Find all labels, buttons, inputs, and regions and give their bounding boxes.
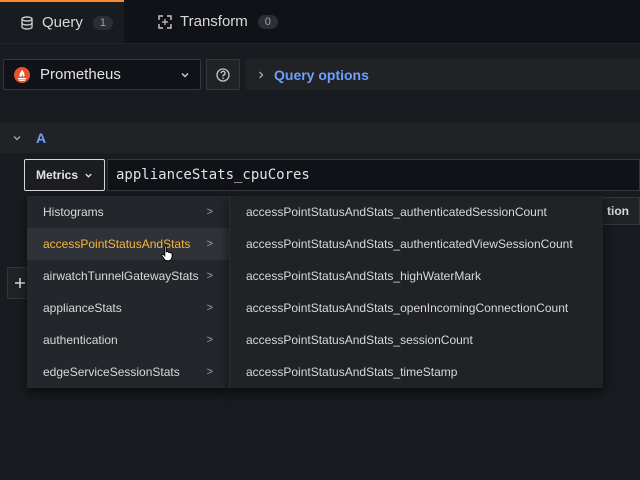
options-button-label: tion xyxy=(607,204,629,218)
cascader-item-label: applianceStats xyxy=(43,301,122,315)
chevron-right-icon: > xyxy=(206,366,213,378)
cascader-item-label: airwatchTunnelGatewayStats xyxy=(43,269,199,283)
cascader-item-label: authentication xyxy=(43,333,118,347)
metrics-cascader-level1: Histograms > accessPointStatusAndStats >… xyxy=(27,196,229,388)
cascader-item-edgeservicesessionstats[interactable]: edgeServiceSessionStats > xyxy=(27,356,229,388)
tab-bar: Query 1 Transform 0 xyxy=(0,0,640,44)
metric-item-label: accessPointStatusAndStats_openIncomingCo… xyxy=(246,301,569,315)
metric-item-label: accessPointStatusAndStats_highWaterMark xyxy=(246,269,482,283)
cascader-item-label: Histograms xyxy=(43,205,104,219)
tab-transform-count: 0 xyxy=(257,14,278,29)
metrics-browser-button[interactable]: Metrics xyxy=(24,159,105,191)
metric-item-label: accessPointStatusAndStats_timeStamp xyxy=(246,365,458,379)
cascader-item-authentication[interactable]: authentication > xyxy=(27,324,229,356)
cascader-item-accesspointstatusandstats[interactable]: accessPointStatusAndStats > xyxy=(27,228,229,260)
metric-item[interactable]: accessPointStatusAndStats_authenticatedS… xyxy=(230,196,603,228)
plus-icon xyxy=(14,277,26,289)
query-row-header[interactable]: A xyxy=(0,123,640,153)
datasource-picker[interactable]: Prometheus xyxy=(3,59,201,90)
query-expression-text: applianceStats_cpuCores xyxy=(116,167,310,183)
metrics-button-label: Metrics xyxy=(35,168,79,182)
cascader-item-label: accessPointStatusAndStats xyxy=(43,237,191,251)
query-options-toggle[interactable]: Query options xyxy=(246,59,640,90)
database-icon xyxy=(20,15,34,30)
help-button[interactable] xyxy=(206,59,240,90)
chevron-right-icon: > xyxy=(206,302,213,314)
hand-cursor-icon xyxy=(160,244,176,265)
tab-query[interactable]: Query 1 xyxy=(0,0,124,43)
cascader-item-label: edgeServiceSessionStats xyxy=(43,365,180,379)
chevron-down-icon xyxy=(180,70,190,80)
datasource-name: Prometheus xyxy=(40,66,121,83)
chevron-down-icon xyxy=(84,171,93,180)
query-ref-id: A xyxy=(36,130,47,146)
tab-query-count: 1 xyxy=(92,15,113,30)
cascader-item-histograms[interactable]: Histograms > xyxy=(27,196,229,228)
chevron-right-icon: > xyxy=(206,238,213,250)
chevron-down-icon xyxy=(12,133,22,143)
chevron-right-icon xyxy=(256,70,266,80)
tab-query-label: Query xyxy=(42,14,83,31)
cascader-item-airwatchtunnelgatewaystats[interactable]: airwatchTunnelGatewayStats > xyxy=(27,260,229,292)
query-expression-input[interactable]: applianceStats_cpuCores xyxy=(107,159,640,191)
question-circle-icon xyxy=(216,67,230,82)
metrics-cascader-level2: accessPointStatusAndStats_authenticatedS… xyxy=(229,196,603,388)
metric-item[interactable]: accessPointStatusAndStats_sessionCount xyxy=(230,324,603,356)
chevron-right-icon: > xyxy=(206,334,213,346)
metric-item[interactable]: accessPointStatusAndStats_authenticatedV… xyxy=(230,228,603,260)
metric-item[interactable]: accessPointStatusAndStats_timeStamp xyxy=(230,356,603,388)
cascader-item-appliancestats[interactable]: applianceStats > xyxy=(27,292,229,324)
metric-item-label: accessPointStatusAndStats_sessionCount xyxy=(246,333,473,347)
metric-item[interactable]: accessPointStatusAndStats_openIncomingCo… xyxy=(230,292,603,324)
prometheus-icon xyxy=(14,66,30,83)
chevron-right-icon: > xyxy=(206,206,213,218)
tab-transform[interactable]: Transform 0 xyxy=(124,0,294,43)
tab-transform-label: Transform xyxy=(180,13,248,30)
query-options-label: Query options xyxy=(274,66,369,83)
metric-item-label: accessPointStatusAndStats_authenticatedV… xyxy=(246,237,573,251)
metric-item[interactable]: accessPointStatusAndStats_highWaterMark xyxy=(230,260,603,292)
chevron-right-icon: > xyxy=(206,270,213,282)
metric-item-label: accessPointStatusAndStats_authenticatedS… xyxy=(246,205,547,219)
transform-icon xyxy=(158,14,172,29)
